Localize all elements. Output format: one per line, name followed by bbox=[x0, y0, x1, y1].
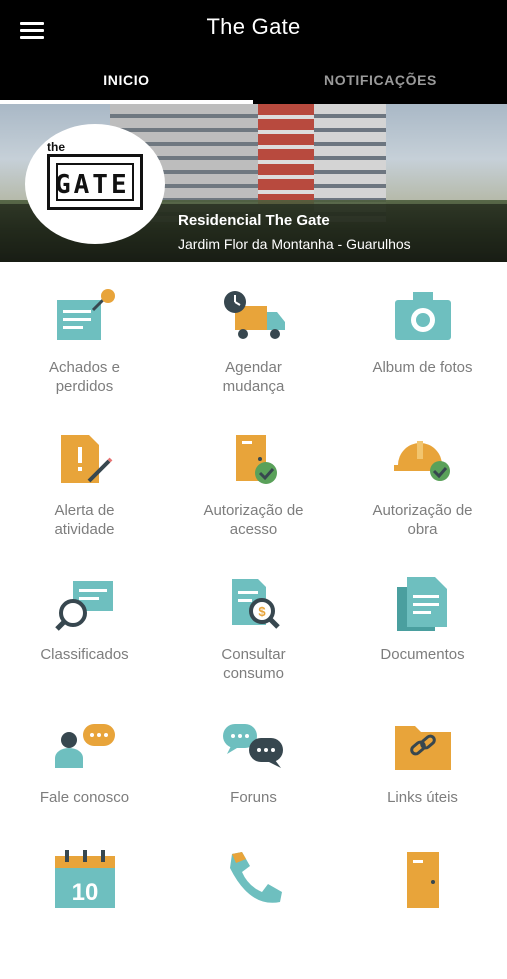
calendar-day: 10 bbox=[71, 879, 98, 906]
tile-fale-conosco[interactable]: Fale conosco bbox=[0, 692, 169, 835]
access-door-icon bbox=[235, 435, 277, 484]
tile-documentos[interactable]: Documentos bbox=[338, 549, 507, 692]
lost-and-found-icon bbox=[56, 289, 115, 340]
tile-links-uteis[interactable]: Links úteis bbox=[338, 692, 507, 835]
tile-consultar-consumo[interactable]: $ Consultar consumo bbox=[169, 549, 338, 692]
tab-inicio[interactable]: INICIO bbox=[0, 60, 253, 104]
calendar-icon: 10 bbox=[54, 850, 115, 908]
tile-label: Autorização de obra bbox=[372, 502, 473, 538]
tile-label: Classificados bbox=[40, 646, 129, 663]
tab-notificacoes[interactable]: NOTIFICAÇÕES bbox=[254, 60, 507, 104]
tile-alerta-atividade[interactable]: Alerta de atividade bbox=[0, 405, 169, 548]
camera-icon bbox=[394, 292, 451, 340]
residence-location: Jardim Flor da Montanha - Guarulhos bbox=[178, 236, 411, 252]
documents-icon bbox=[396, 577, 447, 631]
tile-porta[interactable] bbox=[338, 836, 507, 979]
tile-label: Agendar mudança bbox=[222, 359, 285, 395]
tile-telefone[interactable] bbox=[169, 836, 338, 979]
tile-label: Consultar consumo bbox=[221, 646, 286, 682]
tile-autorizacao-acesso[interactable]: Autorização de acesso bbox=[169, 405, 338, 548]
tile-calendario[interactable]: 10 bbox=[0, 836, 169, 979]
svg-text:$: $ bbox=[258, 604, 266, 619]
classifieds-icon bbox=[54, 581, 113, 631]
consumption-icon: $ bbox=[231, 579, 280, 629]
tile-label: Achados e perdidos bbox=[49, 359, 120, 395]
building-image bbox=[258, 104, 314, 204]
tile-label: Autorização de acesso bbox=[203, 502, 304, 538]
condo-logo: the GATE bbox=[25, 124, 165, 244]
tile-label: Alerta de atividade bbox=[54, 502, 115, 538]
activity-alert-icon bbox=[60, 435, 112, 483]
logo-text-the: the bbox=[47, 140, 65, 154]
app-title: The Gate bbox=[206, 14, 301, 39]
tile-label: Fale conosco bbox=[39, 789, 130, 806]
door-icon bbox=[406, 852, 439, 908]
logo-text-gate: GATE bbox=[55, 170, 130, 200]
tile-classificados[interactable]: Classificados bbox=[0, 549, 169, 692]
tile-label: Links úteis bbox=[387, 789, 458, 806]
tile-label: Foruns bbox=[230, 789, 277, 806]
contact-us-icon bbox=[54, 724, 115, 768]
tile-agendar-mudanca[interactable]: Agendar mudança bbox=[169, 262, 338, 405]
residence-banner: the GATE Residencial The Gate Jardim Flo… bbox=[0, 104, 507, 262]
links-folder-icon bbox=[394, 726, 451, 770]
phone-icon bbox=[229, 852, 282, 903]
tile-achados-perdidos[interactable]: Achados e perdidos bbox=[0, 262, 169, 405]
tile-autorizacao-obra[interactable]: Autorização de obra bbox=[338, 405, 507, 548]
forums-icon bbox=[222, 724, 283, 768]
moving-truck-icon bbox=[223, 291, 285, 339]
residence-name: Residencial The Gate bbox=[178, 212, 330, 229]
tile-label: Documentos bbox=[380, 646, 465, 663]
tile-label: Album de fotos bbox=[372, 359, 473, 376]
hard-hat-icon bbox=[393, 441, 450, 481]
tile-foruns[interactable]: Foruns bbox=[169, 692, 338, 835]
app-header: The Gate INICIO NOTIFICAÇÕES bbox=[0, 0, 507, 104]
tile-album-fotos[interactable]: Album de fotos bbox=[338, 262, 507, 405]
